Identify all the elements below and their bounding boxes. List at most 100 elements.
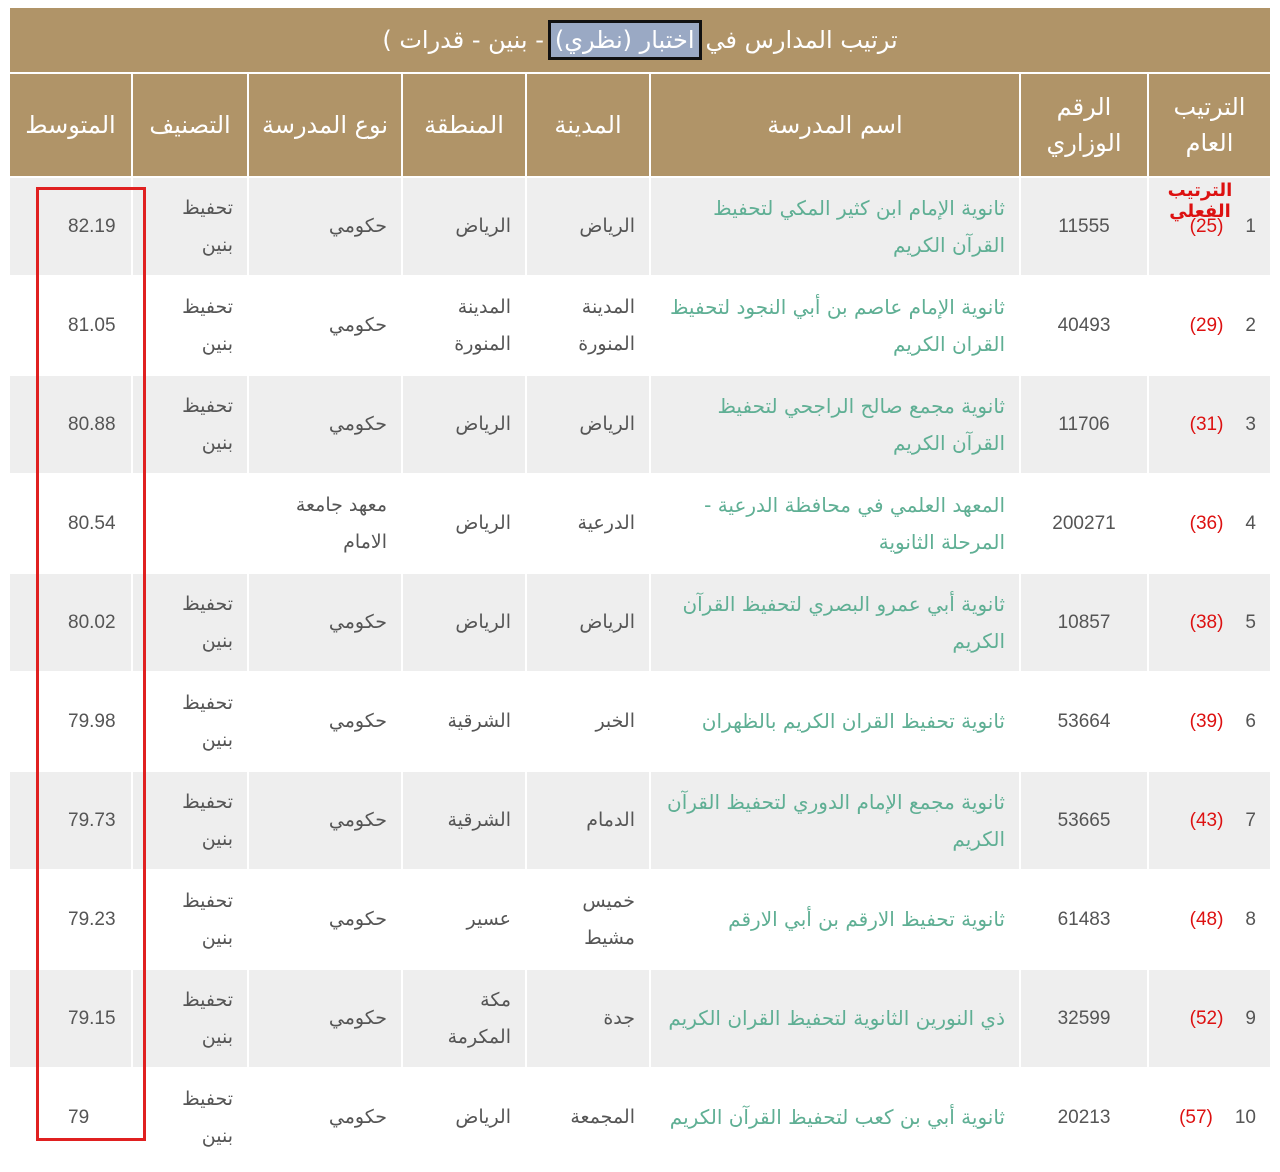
cell-school-link[interactable]: ثانوية مجمع صالح الراجحي لتحفيظ القرآن ا… — [649, 375, 1020, 474]
cell-rank: 6 (39) — [1147, 672, 1270, 771]
actual-rank: (31) — [1189, 414, 1224, 435]
cell-category: تحفيظ بنين — [131, 672, 248, 771]
cell-school-link[interactable]: ثانوية تحفيظ القران الكريم بالظهران — [649, 672, 1020, 771]
cell-category: تحفيظ بنين — [131, 276, 248, 375]
cell-type: حكومي — [247, 573, 402, 672]
rank-number: 3 — [1245, 414, 1256, 435]
cell-region: الرياض — [401, 573, 526, 672]
rank-number: 2 — [1245, 315, 1256, 336]
title-highlight: اختبار (نظري) — [547, 20, 702, 60]
cell-type: حكومي — [247, 870, 402, 969]
table-row: 2 (29) 40493 ثانوية الإمام عاصم بن أبي النج… — [10, 276, 1270, 375]
cell-city: جدة — [525, 969, 650, 1068]
cell-city: الرياض — [525, 573, 650, 672]
page-title: ترتيب المدارس في اختبار (نظري) - بنين - … — [10, 8, 1270, 74]
rankings-panel: ترتيب المدارس في اختبار (نظري) - بنين - … — [10, 8, 1270, 1166]
actual-rank: (38) — [1189, 612, 1224, 633]
cell-city: الدرعية — [525, 474, 650, 573]
cell-type: حكومي — [247, 375, 402, 474]
cell-city: المجمعة — [525, 1068, 650, 1166]
table-row: 1(25) 11555 ثانوية الإمام ابن كثير المكي ل… — [10, 177, 1270, 276]
cell-school-link[interactable]: ثانوية مجمع الإمام الدوري لتحفيظ القرآن … — [649, 771, 1020, 870]
table-header-row: الترتيب العام الرقم الوزاري اسم المدرسة … — [10, 74, 1270, 177]
cell-region: الرياض — [401, 177, 526, 276]
header-city: المدينة — [525, 74, 650, 177]
cell-category: تحفيظ بنين — [131, 375, 248, 474]
cell-city: المدينة المنورة — [525, 276, 650, 375]
cell-city: الرياض — [525, 375, 650, 474]
cell-region: مكة المكرمة — [401, 969, 526, 1068]
cell-school-link[interactable]: ثانوية أبي عمرو البصري لتحفيظ القرآن الك… — [649, 573, 1020, 672]
rank-number: 5 — [1245, 612, 1256, 633]
cell-category: تحفيظ بنين — [131, 969, 248, 1068]
actual-rank-label: الترتيب الفعلي — [1167, 180, 1233, 222]
table-body: 1(25) 11555 ثانوية الإمام ابن كثير المكي ل… — [10, 177, 1270, 1166]
cell-ministry-no: 53664 — [1019, 672, 1148, 771]
cell-school-link[interactable]: المعهد العلمي في محافظة الدرعية - المرحل… — [649, 474, 1020, 573]
cell-region: عسير — [401, 870, 526, 969]
header-category: التصنيف — [131, 74, 248, 177]
cell-region: الرياض — [401, 1068, 526, 1166]
rank-number: 9 — [1245, 1008, 1256, 1029]
cell-rank: 3 (31) — [1147, 375, 1270, 474]
cell-city: خميس مشيط — [525, 870, 650, 969]
cell-category: تحفيظ بنين — [131, 870, 248, 969]
cell-ministry-no: 10857 — [1019, 573, 1148, 672]
rank-number: 6 — [1245, 711, 1256, 732]
cell-rank: 2 (29) — [1147, 276, 1270, 375]
cell-ministry-no: 32599 — [1019, 969, 1148, 1068]
actual-rank: (43) — [1189, 810, 1224, 831]
cell-ministry-no: 11555 — [1019, 177, 1148, 276]
cell-school-link[interactable]: ثانوية أبي بن كعب لتحفيظ القرآن الكريم — [649, 1068, 1020, 1166]
cell-ministry-no: 200271 — [1019, 474, 1148, 573]
cell-region: الرياض — [401, 375, 526, 474]
cell-type: حكومي — [247, 969, 402, 1068]
table-row: 10 (57) 20213 ثانوية أبي بن كعب لتحفيظ القر… — [10, 1068, 1270, 1166]
table-row: 4 (36) 200271 المعهد العلمي في محافظة الدرع… — [10, 474, 1270, 573]
cell-rank: 5 (38) — [1147, 573, 1270, 672]
actual-rank: (48) — [1189, 909, 1224, 930]
cell-category: تحفيظ بنين — [131, 771, 248, 870]
rankings-table: الترتيب العام الرقم الوزاري اسم المدرسة … — [10, 74, 1270, 1166]
cell-ministry-no: 61483 — [1019, 870, 1148, 969]
cell-school-link[interactable]: ذي النورين الثانوية لتحفيظ القران الكريم — [649, 969, 1020, 1068]
actual-rank: (52) — [1189, 1008, 1224, 1029]
cell-rank: 10 (57) — [1147, 1068, 1270, 1166]
rank-number: 4 — [1245, 513, 1256, 534]
cell-type: حكومي — [247, 177, 402, 276]
header-type: نوع المدرسة — [247, 74, 402, 177]
rank-number: 10 — [1234, 1107, 1256, 1128]
header-ministry-no: الرقم الوزاري — [1019, 74, 1148, 177]
cell-city: الخبر — [525, 672, 650, 771]
cell-ministry-no: 53665 — [1019, 771, 1148, 870]
cell-category: تحفيظ بنين — [131, 1068, 248, 1166]
table-row: 9 (52) 32599 ذي النورين الثانوية لتحفيظ الق… — [10, 969, 1270, 1068]
cell-school-link[interactable]: ثانوية تحفيظ الارقم بن أبي الارقم — [649, 870, 1020, 969]
table-row: 5 (38) 10857 ثانوية أبي عمرو البصري لتحفيظ … — [10, 573, 1270, 672]
cell-ministry-no: 11706 — [1019, 375, 1148, 474]
cell-ministry-no: 40493 — [1019, 276, 1148, 375]
rank-number: 8 — [1245, 909, 1256, 930]
actual-rank: (39) — [1189, 711, 1224, 732]
cell-category — [131, 474, 248, 573]
title-after: - بنين - قدرات ) — [382, 26, 544, 54]
table-row: 8 (48) 61483 ثانوية تحفيظ الارقم بن أبي الا… — [10, 870, 1270, 969]
header-school: اسم المدرسة — [649, 74, 1020, 177]
cell-school-link[interactable]: ثانوية الإمام ابن كثير المكي لتحفيظ القر… — [649, 177, 1020, 276]
cell-type: حكومي — [247, 276, 402, 375]
actual-rank: (57) — [1179, 1107, 1213, 1128]
cell-ministry-no: 20213 — [1019, 1068, 1148, 1166]
cell-region: الشرقية — [401, 771, 526, 870]
cell-type: معهد جامعة الامام — [247, 474, 402, 573]
actual-rank: (36) — [1189, 513, 1224, 534]
cell-category: تحفيظ بنين — [131, 573, 248, 672]
cell-region: المدينة المنورة — [401, 276, 526, 375]
cell-type: حكومي — [247, 1068, 402, 1166]
table-row: 7 (43) 53665 ثانوية مجمع الإمام الدوري لتحف… — [10, 771, 1270, 870]
header-average: المتوسط — [10, 74, 132, 177]
cell-rank: 9 (52) — [1147, 969, 1270, 1068]
header-rank: الترتيب العام — [1147, 74, 1270, 177]
cell-school-link[interactable]: ثانوية الإمام عاصم بن أبي النجود لتحفيظ … — [649, 276, 1020, 375]
cell-rank: 8 (48) — [1147, 870, 1270, 969]
table-row: 6 (39) 53664 ثانوية تحفيظ القران الكريم بال… — [10, 672, 1270, 771]
